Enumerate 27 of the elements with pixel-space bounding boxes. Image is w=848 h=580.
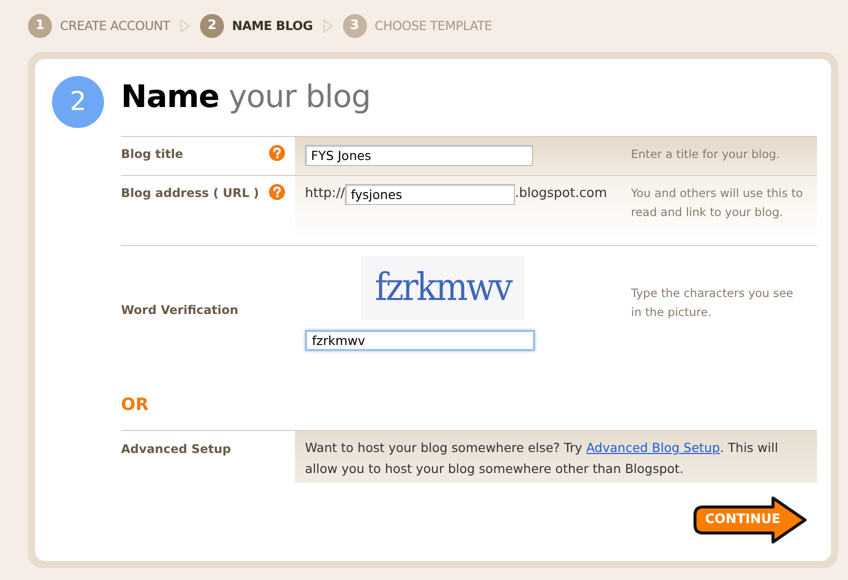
step-number: 2: [200, 14, 224, 38]
url-prefix: http://: [305, 185, 345, 204]
field-label: Blog title: [121, 146, 184, 163]
help-icon[interactable]: [269, 145, 285, 161]
step-number-badge: 2: [52, 76, 104, 128]
address-input[interactable]: fysjones: [344, 184, 515, 204]
chevron-icon: [322, 19, 333, 33]
advanced-setup-link[interactable]: Advanced Blog Setup: [586, 440, 720, 455]
verification-input[interactable]: fzrkmwv: [305, 330, 535, 350]
step-label: NAME BLOG: [232, 16, 313, 35]
step-number: 1: [28, 14, 52, 38]
title-input[interactable]: FYS Jones: [305, 145, 533, 166]
hint-text: You and others will use this to read and link to your blog.: [631, 186, 803, 218]
chevron-icon: [180, 19, 190, 33]
captcha-image: fzrkmwv: [361, 256, 525, 320]
page-heading: Name your blog: [121, 78, 372, 117]
step-number: 3: [342, 14, 367, 38]
advanced-setup-text: Want to host your blog somewhere else? Try Advanced Blog Setup. This will allow you to host your blog somewhere other than Blogspot.: [295, 431, 817, 483]
hint-text: Type the characters you see in the picture.: [631, 286, 794, 318]
hint-text: Enter a title for your blog.: [631, 147, 780, 161]
field-label: Blog address ( URL ): [121, 184, 260, 202]
or-label: OR: [121, 394, 150, 416]
field-label: Word Verification: [121, 302, 238, 319]
help-icon[interactable]: [269, 184, 285, 200]
url-suffix: .blogspot.com: [514, 185, 608, 204]
step-label: CHOOSE TEMPLATE: [374, 16, 492, 35]
field-label: Advanced Setup: [121, 441, 232, 458]
